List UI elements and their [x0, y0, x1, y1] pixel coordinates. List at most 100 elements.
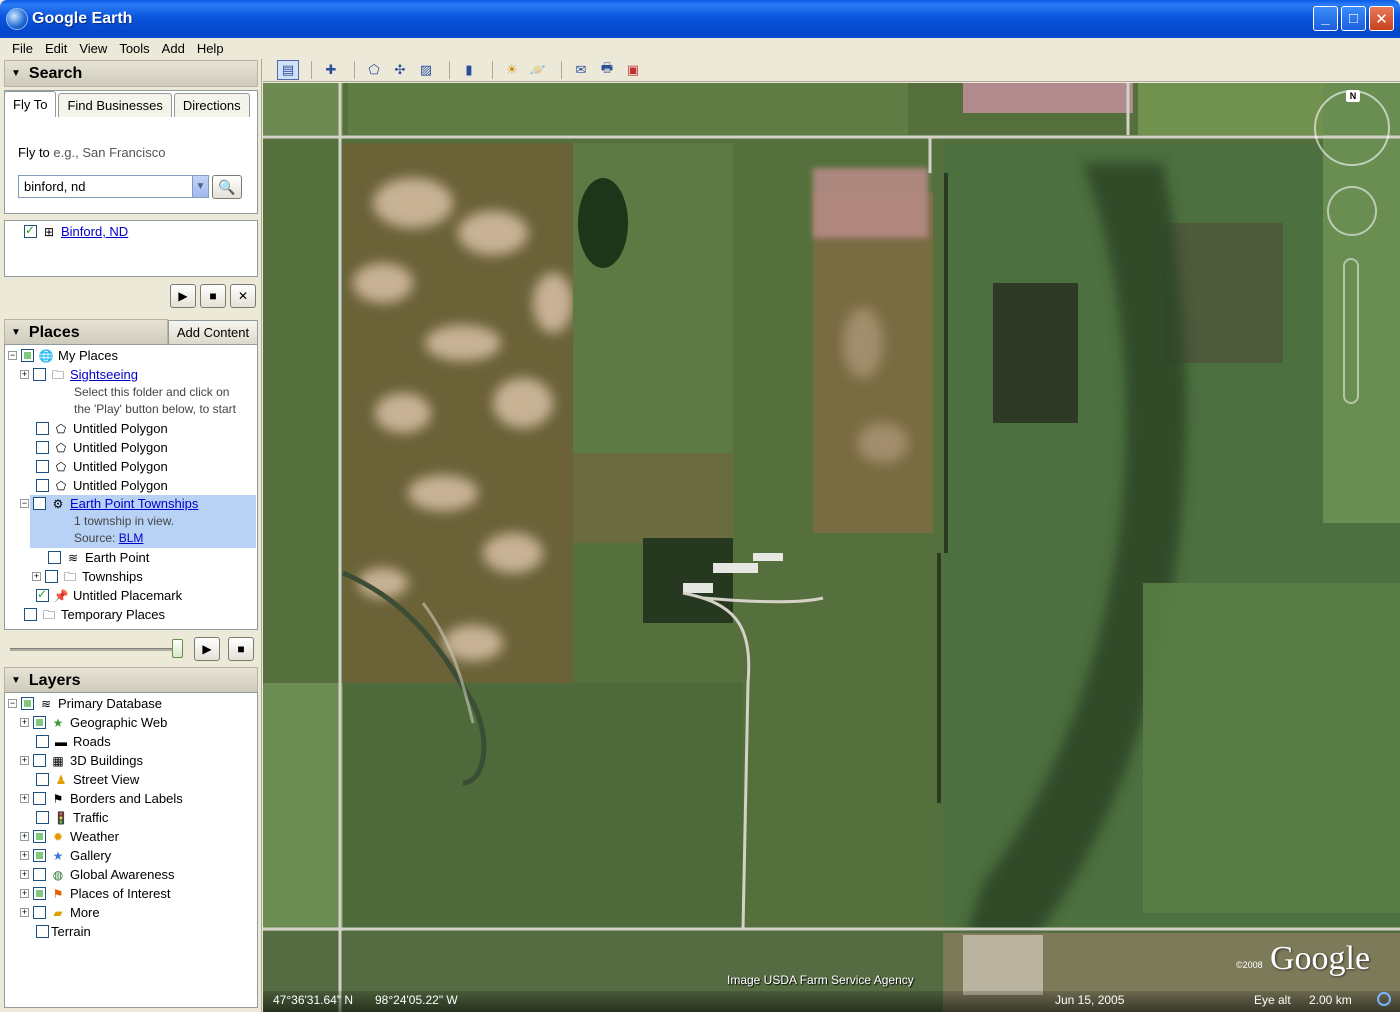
layer-checkbox[interactable] — [36, 773, 49, 786]
maximize-button[interactable]: □ — [1341, 6, 1366, 31]
menu-view[interactable]: View — [73, 41, 113, 56]
print-icon[interactable]: 🖶 — [596, 60, 618, 80]
layer-weather[interactable]: + ✹ Weather — [20, 827, 119, 846]
expand-icon[interactable]: + — [20, 718, 29, 727]
menu-tools[interactable]: Tools — [113, 41, 155, 56]
tab-find-businesses[interactable]: Find Businesses — [58, 93, 172, 117]
tree-item-untitled-placemark[interactable]: 📌 Untitled Placemark — [36, 586, 182, 605]
zoom-slider[interactable] — [1343, 258, 1359, 404]
view-in-maps-icon[interactable]: ▣ — [622, 60, 644, 80]
layer-checkbox[interactable] — [21, 697, 34, 710]
places-panel-header[interactable]: ▼ Places — [4, 319, 168, 346]
expand-icon[interactable]: + — [20, 889, 29, 898]
sightseeing-checkbox[interactable] — [33, 368, 46, 381]
layer-places-of-interest[interactable]: + ⚑ Places of Interest — [20, 884, 170, 903]
layer-borders-labels[interactable]: + ⚑ Borders and Labels — [20, 789, 183, 808]
tree-item-townships[interactable]: + 🗀 Townships — [32, 567, 143, 586]
search-clear-button[interactable]: ✕ — [230, 284, 256, 308]
layer-checkbox[interactable] — [33, 792, 46, 805]
earth-point-checkbox[interactable] — [48, 551, 61, 564]
fly-to-dropdown-arrow-icon[interactable]: ▼ — [192, 176, 208, 197]
north-indicator[interactable]: N — [1346, 90, 1360, 102]
tree-item-polygon[interactable]: ⬠ Untitled Polygon — [36, 419, 168, 438]
expand-icon[interactable]: + — [20, 908, 29, 917]
result-link[interactable]: Binford, ND — [61, 224, 128, 239]
result-checkbox[interactable] — [24, 223, 37, 238]
layer-checkbox[interactable] — [33, 830, 46, 843]
search-panel-header[interactable]: ▼ Search — [4, 60, 258, 87]
menu-file[interactable]: File — [6, 41, 39, 56]
places-play-button[interactable]: ▶ — [194, 637, 220, 661]
layer-more[interactable]: + ▰ More — [20, 903, 100, 922]
layer-checkbox[interactable] — [36, 925, 49, 938]
expand-icon[interactable]: + — [20, 756, 29, 765]
tree-item-earth-point[interactable]: ≋ Earth Point — [48, 548, 149, 567]
placemark-checkbox[interactable] — [36, 587, 49, 602]
layer-traffic[interactable]: 🚦 Traffic — [36, 808, 108, 827]
planet-icon[interactable]: 🪐 — [527, 60, 549, 80]
tree-item-polygon[interactable]: ⬠ Untitled Polygon — [36, 476, 168, 495]
search-stop-button[interactable]: ■ — [200, 284, 226, 308]
search-result-item[interactable]: ⊞ Binford, ND — [24, 222, 128, 241]
ruler-icon[interactable]: ▮ — [458, 60, 480, 80]
layer-geographic-web[interactable]: + ★ Geographic Web — [20, 713, 167, 732]
slider-handle[interactable] — [172, 639, 183, 658]
expand-icon[interactable]: + — [20, 370, 29, 379]
layer-checkbox[interactable] — [33, 906, 46, 919]
sightseeing-link[interactable]: Sightseeing — [70, 367, 138, 382]
layer-checkbox[interactable] — [33, 716, 46, 729]
layer-street-view[interactable]: ♟ Street View — [36, 770, 139, 789]
compass-ring[interactable]: N — [1314, 90, 1390, 166]
expand-icon[interactable]: + — [20, 870, 29, 879]
image-overlay-icon[interactable]: ▨ — [415, 60, 437, 80]
layer-global-awareness[interactable]: + ◍ Global Awareness — [20, 865, 175, 884]
menu-add[interactable]: Add — [156, 41, 191, 56]
look-joystick[interactable] — [1327, 186, 1377, 236]
add-polygon-icon[interactable]: ⬠ — [363, 60, 385, 80]
layer-checkbox[interactable] — [33, 887, 46, 900]
sidebar-toggle-icon[interactable]: ▤ — [277, 60, 299, 80]
polygon-checkbox[interactable] — [36, 479, 49, 492]
layer-checkbox[interactable] — [33, 868, 46, 881]
collapse-icon[interactable]: − — [8, 699, 17, 708]
tree-item-polygon[interactable]: ⬠ Untitled Polygon — [36, 438, 168, 457]
polygon-checkbox[interactable] — [36, 441, 49, 454]
layer-checkbox[interactable] — [36, 735, 49, 748]
menu-edit[interactable]: Edit — [39, 41, 73, 56]
tree-item-polygon[interactable]: ⬠ Untitled Polygon — [36, 457, 168, 476]
layer-checkbox[interactable] — [36, 811, 49, 824]
expand-icon[interactable]: + — [20, 851, 29, 860]
layer-terrain[interactable]: Terrain — [36, 922, 91, 941]
add-content-button[interactable]: Add Content — [168, 320, 258, 345]
layer-checkbox[interactable] — [33, 849, 46, 862]
expand-icon[interactable]: + — [32, 572, 41, 581]
expand-icon[interactable]: + — [20, 794, 29, 803]
close-button[interactable]: ✕ — [1369, 6, 1394, 31]
earth-point-townships-checkbox[interactable] — [33, 497, 46, 510]
tab-directions[interactable]: Directions — [173, 93, 250, 117]
layer-gallery[interactable]: + ★ Gallery — [20, 846, 111, 865]
tab-fly-to[interactable]: Fly To — [4, 91, 57, 117]
minimize-button[interactable]: _ — [1313, 6, 1338, 31]
places-stop-button[interactable]: ■ — [228, 637, 254, 661]
menu-help[interactable]: Help — [191, 41, 230, 56]
sunlight-icon[interactable]: ☀ — [501, 60, 523, 80]
layer-roads[interactable]: ▬ Roads — [36, 732, 111, 751]
expand-icon[interactable]: + — [20, 832, 29, 841]
polygon-checkbox[interactable] — [36, 460, 49, 473]
search-go-button[interactable]: 🔍 — [212, 175, 242, 199]
layer-3d-buildings[interactable]: + ▦ 3D Buildings — [20, 751, 143, 770]
earth-point-townships-link[interactable]: Earth Point Townships — [70, 496, 198, 511]
temporary-places-checkbox[interactable] — [24, 608, 37, 621]
tree-item-my-places[interactable]: − 🌐 My Places — [8, 346, 118, 365]
collapse-icon[interactable]: − — [20, 499, 29, 508]
townships-checkbox[interactable] — [45, 570, 58, 583]
layer-primary-database[interactable]: − ≋ Primary Database — [8, 694, 162, 713]
layers-panel-header[interactable]: ▼ Layers — [4, 667, 258, 694]
add-placemark-icon[interactable]: ✚ — [320, 60, 342, 80]
layer-checkbox[interactable] — [33, 754, 46, 767]
blm-link[interactable]: BLM — [119, 531, 144, 545]
search-play-button[interactable]: ▶ — [170, 284, 196, 308]
tree-item-temporary-places[interactable]: 🗀 Temporary Places — [24, 605, 165, 624]
polygon-checkbox[interactable] — [36, 422, 49, 435]
